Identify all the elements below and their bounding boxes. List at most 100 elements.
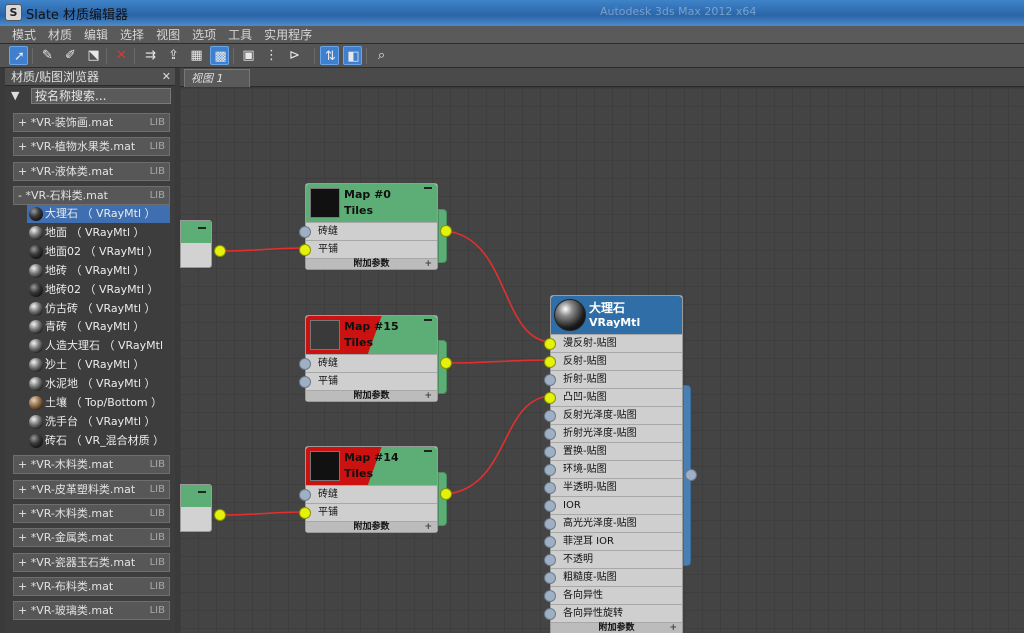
minimize-icon[interactable] [424, 450, 432, 452]
material-item[interactable]: 地砖02 （ VRayMtl ） [27, 281, 170, 299]
node-footer[interactable]: 附加参数 + [551, 622, 682, 633]
menu-view[interactable]: 视图 [150, 26, 186, 44]
material-slot[interactable]: 反射光泽度-贴图 [544, 406, 682, 424]
material-slot[interactable]: IOR [544, 496, 682, 514]
input-socket[interactable] [544, 482, 556, 494]
library-group[interactable]: + *VR-植物水果类.mat LIB [13, 137, 170, 156]
library-group[interactable]: + *VR-皮革塑料类.mat LIB [13, 480, 170, 499]
hide-unused-icon[interactable]: ⊳ [285, 46, 304, 65]
input-socket[interactable] [299, 507, 311, 519]
material-item[interactable]: 地面02 （ VRayMtl ） [27, 243, 170, 261]
material-slot[interactable]: 各向异性 [544, 586, 682, 604]
input-socket[interactable] [544, 392, 556, 404]
library-group[interactable]: + *VR-瓷器玉石类.mat LIB [13, 553, 170, 572]
close-icon[interactable]: ✕ [162, 68, 171, 86]
minimize-icon[interactable] [198, 491, 206, 493]
menu-select[interactable]: 选择 [114, 26, 150, 44]
library-group[interactable]: + *VR-金属类.mat LIB [13, 528, 170, 547]
material-slot[interactable]: 漫反射-贴图 [544, 334, 682, 352]
expand-icon[interactable]: + [669, 623, 677, 633]
material-item-selected[interactable]: 大理石 （ VRayMtl ） [27, 205, 170, 223]
output-socket[interactable] [214, 245, 226, 257]
expand-icon[interactable]: + [424, 391, 432, 401]
node-slot[interactable]: 砖缝 [299, 222, 437, 240]
input-socket[interactable] [299, 226, 311, 238]
material-slot[interactable]: 菲涅耳 IOR [544, 532, 682, 550]
input-socket[interactable] [544, 338, 556, 350]
material-item[interactable]: 洗手台 （ VRayMtl ） [27, 413, 170, 431]
input-socket[interactable] [544, 554, 556, 566]
material-slot[interactable]: 凸凹-贴图 [544, 388, 682, 406]
library-group[interactable]: + *VR-液体类.mat LIB [13, 162, 170, 181]
map-node-15[interactable]: Map #15 Tiles 砖缝 平铺 附加参数 + [299, 315, 438, 402]
menu-material[interactable]: 材质 [42, 26, 78, 44]
material-slot[interactable]: 高光光泽度-贴图 [544, 514, 682, 532]
library-group[interactable]: + *VR-玻璃类.mat LIB [13, 601, 170, 620]
library-group[interactable]: + *VR-布料类.mat LIB [13, 577, 170, 596]
library-group[interactable]: + *VR-木料类.mat LIB [13, 504, 170, 523]
material-node-marble[interactable]: 大理石 VRayMtl 漫反射-贴图 反射-贴图 折射-贴图 凸凹-贴图 反射光泽… [544, 295, 683, 633]
minimize-icon[interactable] [424, 187, 432, 189]
material-output-socket[interactable] [685, 469, 697, 481]
options-dropdown-icon[interactable]: ▼ [11, 89, 19, 102]
node-slot[interactable]: 砖缝 [299, 354, 437, 372]
material-slot[interactable]: 不透明 [544, 550, 682, 568]
material-slot[interactable]: 折射光泽度-贴图 [544, 424, 682, 442]
input-socket[interactable] [544, 590, 556, 602]
tab-view-1[interactable]: 视图 1 [184, 69, 250, 87]
material-item[interactable]: 水泥地 （ VRayMtl ） [27, 375, 170, 393]
material-item[interactable]: 土壤 （ Top/Bottom ） [27, 394, 170, 412]
input-socket[interactable] [544, 500, 556, 512]
select-arrow-icon[interactable]: ➚ [9, 46, 28, 65]
input-socket[interactable] [544, 608, 556, 620]
material-slot[interactable]: 粗糙度-贴图 [544, 568, 682, 586]
input-socket[interactable] [544, 428, 556, 440]
menu-edit[interactable]: 编辑 [78, 26, 114, 44]
input-socket[interactable] [544, 410, 556, 422]
material-slot[interactable]: 置换-贴图 [544, 442, 682, 460]
checker-background-icon[interactable]: ▩ [210, 46, 229, 65]
delete-icon[interactable]: ✕ [112, 46, 131, 65]
node-slot[interactable]: 平铺 [299, 503, 437, 521]
material-item[interactable]: 砖石 （ VR_混合材质 ） [27, 432, 170, 450]
node-layout-icon[interactable]: ⋮ [262, 46, 281, 65]
node-view-canvas[interactable]: Map #0 Tiles 砖缝 平铺 附加参数 + Map #15 Tiles 砖缝 … [180, 88, 1024, 633]
eyedropper-icon[interactable]: ✎ [38, 46, 57, 65]
preview-icon[interactable]: ▣ [239, 46, 258, 65]
menu-mode[interactable]: 模式 [0, 26, 42, 44]
node-footer[interactable]: 附加参数 + [306, 258, 437, 269]
output-socket[interactable] [440, 225, 452, 237]
input-socket[interactable] [544, 374, 556, 386]
slot-options-icon[interactable]: ⇅ [320, 46, 339, 65]
input-socket[interactable] [299, 244, 311, 256]
node-footer[interactable]: 附加参数 + [306, 390, 437, 401]
assign-material-icon[interactable]: ⬔ [84, 46, 103, 65]
menu-utilities[interactable]: 实用程序 [258, 26, 318, 44]
search-by-name-input[interactable] [31, 88, 171, 104]
pick-material-icon[interactable]: ✐ [61, 46, 80, 65]
output-socket[interactable] [440, 357, 452, 369]
menu-options[interactable]: 选项 [186, 26, 222, 44]
material-item[interactable]: 地面 （ VRayMtl ） [27, 224, 170, 242]
node-slot[interactable]: 平铺 [299, 372, 437, 390]
material-slot[interactable]: 环境-贴图 [544, 460, 682, 478]
material-item[interactable]: 青砖 （ VRayMtl ） [27, 318, 170, 336]
minimize-icon[interactable] [424, 319, 432, 321]
input-socket[interactable] [544, 356, 556, 368]
material-slot[interactable]: 各向异性旋转 [544, 604, 682, 622]
library-group-expanded[interactable]: - *VR-石料类.mat LIB [13, 186, 170, 205]
material-item[interactable]: 地砖 （ VRayMtl ） [27, 262, 170, 280]
input-socket[interactable] [299, 489, 311, 501]
map-node-0[interactable]: Map #0 Tiles 砖缝 平铺 附加参数 + [299, 183, 438, 270]
minimize-icon[interactable] [198, 227, 206, 229]
node-slot[interactable]: 砖缝 [299, 485, 437, 503]
map-node-14[interactable]: Map #14 Tiles 砖缝 平铺 附加参数 + [299, 446, 438, 533]
node-footer[interactable]: 附加参数 + [306, 521, 437, 532]
menu-tools[interactable]: 工具 [222, 26, 258, 44]
material-item[interactable]: 人造大理石 （ VRayMtl ） [27, 337, 170, 370]
material-slot[interactable]: 反射-贴图 [544, 352, 682, 370]
output-socket[interactable] [214, 509, 226, 521]
show-map-icon[interactable]: ▦ [187, 46, 206, 65]
expand-icon[interactable]: + [424, 259, 432, 269]
input-socket[interactable] [544, 464, 556, 476]
